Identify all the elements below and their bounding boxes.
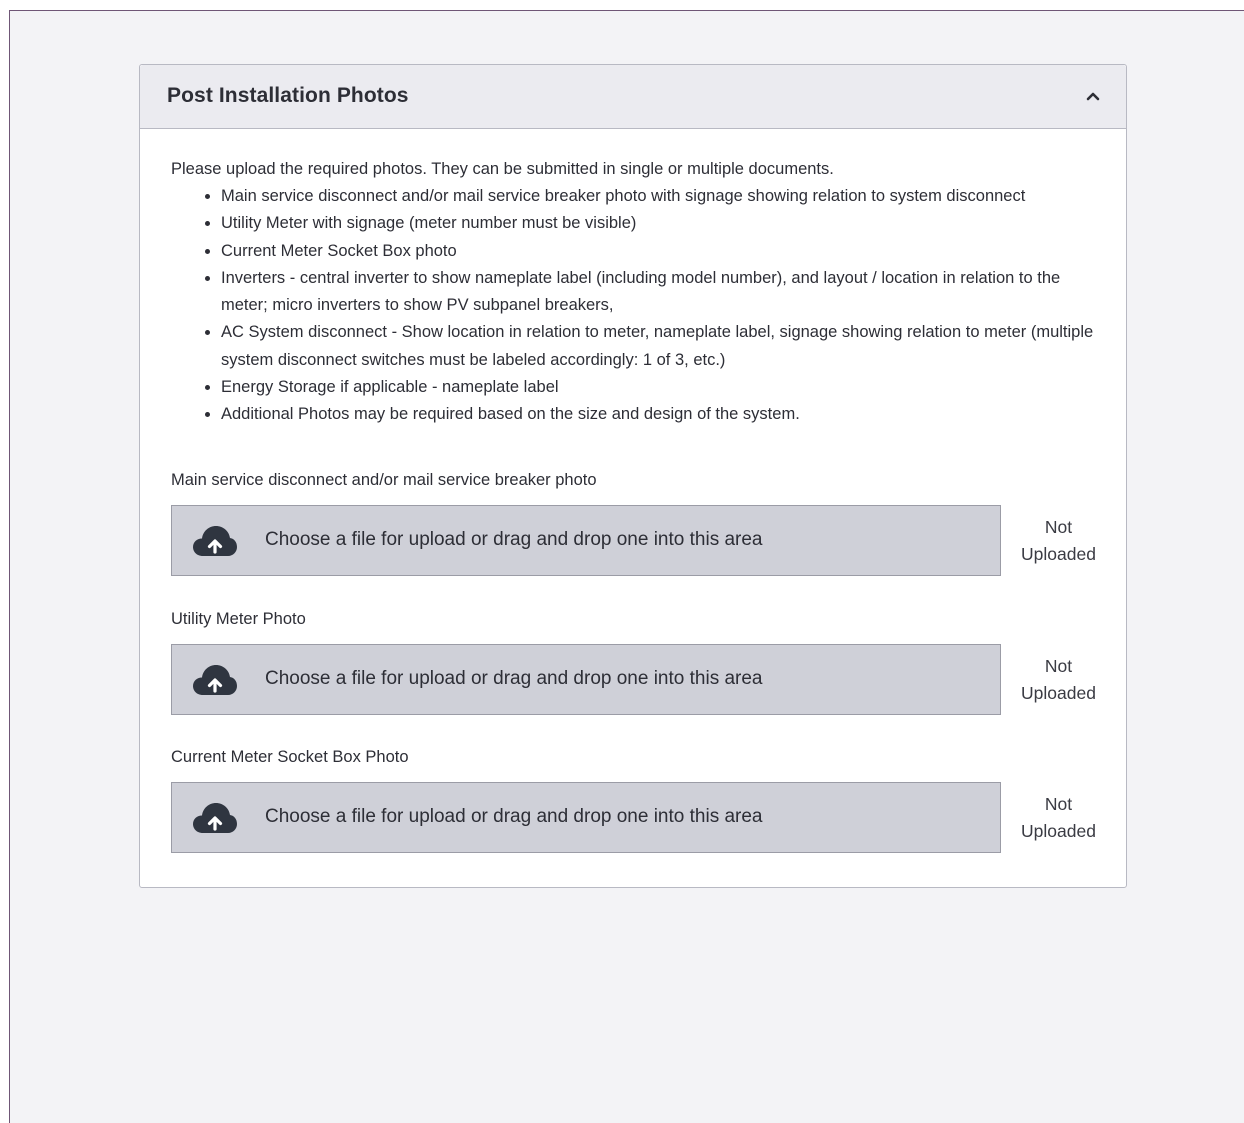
upload-row: Choose a file for upload or drag and dro… [171,505,1101,576]
upload-status: Not Uploaded [1011,653,1106,707]
chevron-up-icon[interactable] [1080,83,1106,109]
panel-title: Post Installation Photos [167,84,409,107]
dropzone-text: Choose a file for upload or drag and dro… [265,529,763,550]
file-dropzone[interactable]: Choose a file for upload or drag and dro… [171,644,1001,715]
list-item: Current Meter Socket Box photo [221,238,1095,265]
upload-group-main-service: Main service disconnect and/or mail serv… [171,469,1101,576]
instructions-intro: Please upload the required photos. They … [171,160,834,178]
panel-body: Please upload the required photos. They … [140,129,1126,429]
status-line: Uploaded [1021,821,1096,841]
file-dropzone[interactable]: Choose a file for upload or drag and dro… [171,782,1001,853]
status-line: Not [1044,517,1073,537]
list-item: AC System disconnect - Show location in … [221,319,1095,374]
requirements-list: Main service disconnect and/or mail serv… [171,183,1095,429]
upload-group-utility-meter: Utility Meter Photo Choose a file for up… [171,608,1101,715]
upload-row: Choose a file for upload or drag and dro… [171,644,1101,715]
dropzone-text: Choose a file for upload or drag and dro… [265,668,763,689]
upload-status: Not Uploaded [1011,514,1106,568]
list-item: Main service disconnect and/or mail serv… [221,183,1095,210]
page-frame: Post Installation Photos Please upload t… [9,10,1244,1123]
list-item: Utility Meter with signage (meter number… [221,210,1095,237]
upload-label: Current Meter Socket Box Photo [171,748,409,766]
file-dropzone[interactable]: Choose a file for upload or drag and dro… [171,505,1001,576]
list-item: Additional Photos may be required based … [221,401,1095,428]
upload-row: Choose a file for upload or drag and dro… [171,782,1101,853]
upload-group-meter-socket-box: Current Meter Socket Box Photo Choose a … [171,746,1101,853]
status-line: Uploaded [1021,683,1096,703]
cloud-upload-icon [193,665,237,695]
cloud-upload-icon [193,526,237,556]
list-item: Energy Storage if applicable - nameplate… [221,374,1095,401]
upload-label: Main service disconnect and/or mail serv… [171,471,597,489]
status-line: Uploaded [1021,544,1096,564]
status-line: Not [1044,656,1073,676]
cloud-upload-icon [193,803,237,833]
upload-status: Not Uploaded [1011,791,1106,845]
post-installation-photos-panel: Post Installation Photos Please upload t… [139,64,1127,888]
list-item: Inverters - central inverter to show nam… [221,265,1095,320]
panel-header[interactable]: Post Installation Photos [140,65,1126,129]
upload-label: Utility Meter Photo [171,610,306,628]
dropzone-text: Choose a file for upload or drag and dro… [265,806,763,827]
status-line: Not [1044,794,1073,814]
